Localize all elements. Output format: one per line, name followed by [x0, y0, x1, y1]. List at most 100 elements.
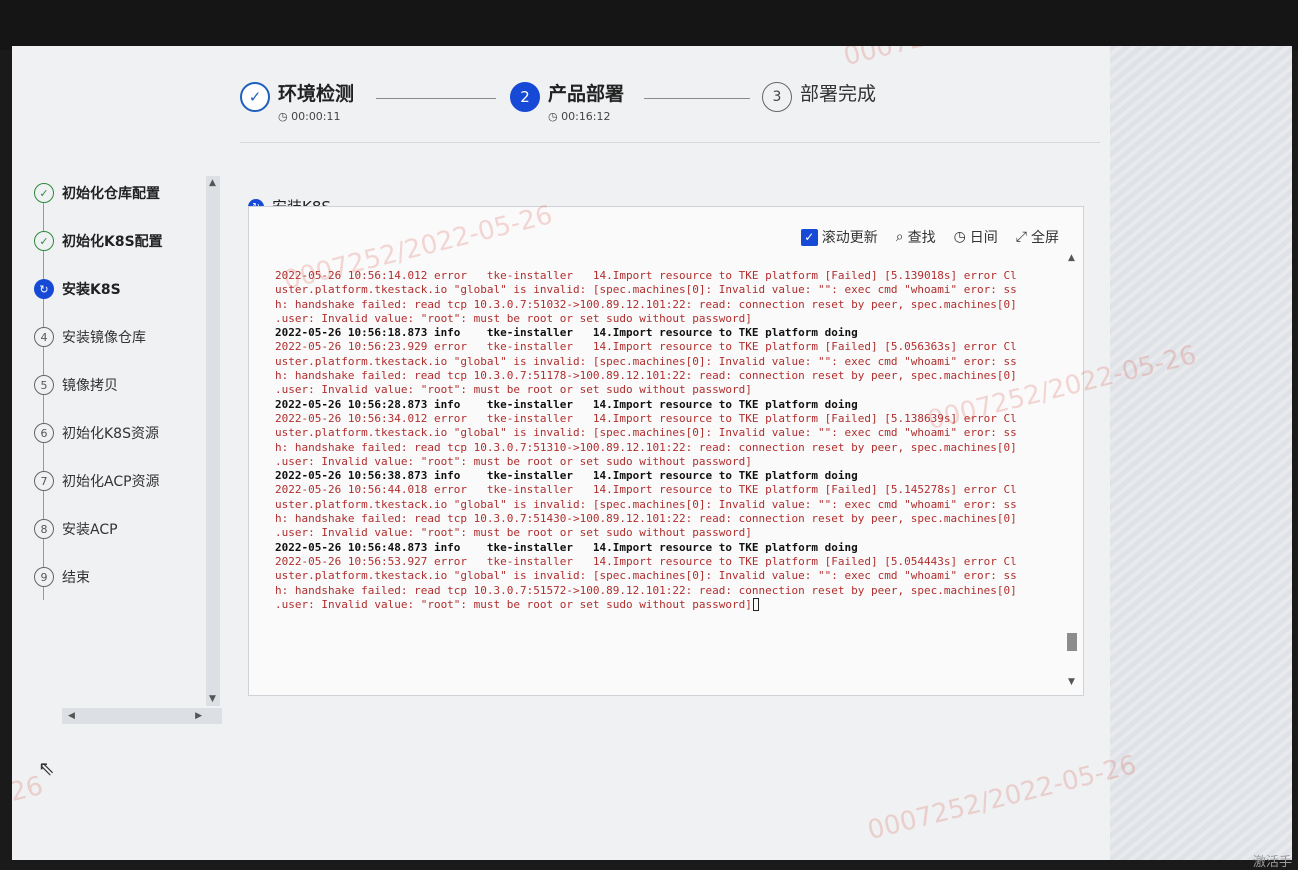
log-line: 2022-05-26 10:56:44.018 error tke-instal…: [275, 483, 1017, 497]
log-line: .user: Invalid value: "root": must be ro…: [275, 526, 752, 540]
log-scrollbar[interactable]: ▲ ▼: [1067, 253, 1077, 693]
sidebar-item-install-registry[interactable]: 4 安装镜像仓库: [34, 326, 146, 348]
log-toolbar: ✓ 滚动更新 ⌕ 查找 ◷ 日间 ⤢ 全屏: [800, 227, 1059, 247]
sidebar-item-init-k8s-resources[interactable]: 6 初始化K8S资源: [34, 422, 159, 444]
sidebar-item-label: 初始化仓库配置: [62, 186, 160, 202]
desktop-background: [1110, 46, 1292, 860]
auto-scroll-label: 滚动更新: [821, 230, 878, 246]
log-line: 2022-05-26 10:56:53.927 error tke-instal…: [275, 554, 1017, 568]
step-number: 6: [34, 423, 54, 443]
step-number: 7: [34, 471, 54, 491]
log-line: uster.platform.tkestack.io "global" is i…: [275, 497, 1017, 511]
step-number: 5: [34, 375, 54, 395]
fullscreen-button[interactable]: ⤢ 全屏: [1016, 227, 1059, 247]
log-panel: ✓ 滚动更新 ⌕ 查找 ◷ 日间 ⤢ 全屏 2022-05-26 10:56:1…: [248, 206, 1084, 696]
clock-icon: ◷: [953, 229, 966, 245]
step-number: 3: [762, 82, 792, 112]
search-icon: ⌕: [895, 229, 904, 245]
step-timer: ◷ 00:00:11: [278, 110, 354, 123]
time-toggle-button[interactable]: ◷ 日间: [954, 227, 998, 247]
sync-icon: ↻: [34, 279, 54, 299]
sidebar-item-image-copy[interactable]: 5 镜像拷贝: [34, 374, 118, 396]
log-line: h: handshake failed: read tcp 10.3.0.7:5…: [275, 369, 1017, 383]
check-circle-icon: ✓: [34, 183, 54, 203]
auto-scroll-toggle[interactable]: ✓ 滚动更新: [800, 227, 878, 247]
sidebar-item-label: 安装镜像仓库: [62, 330, 146, 346]
checkbox-checked-icon[interactable]: ✓: [800, 228, 818, 246]
log-line: h: handshake failed: read tcp 10.3.0.7:5…: [275, 583, 1017, 597]
step-deploy: 2 产品部署 ◷ 00:16:12: [510, 82, 624, 123]
log-line: .user: Invalid value: "root": must be ro…: [275, 311, 752, 325]
scroll-down-icon[interactable]: ▼: [209, 694, 216, 704]
step-connector: [644, 98, 750, 99]
step-title: 产品部署: [548, 83, 625, 105]
sidebar-connector: [43, 200, 44, 600]
clock-icon: ◷: [278, 110, 288, 123]
step-number: 8: [34, 519, 54, 539]
sidebar-item-install-k8s[interactable]: ↻ 安装K8S: [34, 278, 121, 300]
step-number: 9: [34, 567, 54, 587]
scroll-left-icon[interactable]: ◀: [68, 711, 75, 721]
monitor-bezel: [0, 0, 1298, 50]
time-label: 日间: [969, 230, 998, 246]
text-cursor: [752, 598, 759, 612]
sidebar-item-init-k8s[interactable]: ✓ 初始化K8S配置: [34, 230, 163, 252]
scroll-up-icon[interactable]: ▲: [1068, 253, 1075, 263]
log-line: 2022-05-26 10:56:38.873 info tke-install…: [275, 469, 858, 483]
sidebar-item-label: 初始化K8S资源: [62, 426, 159, 442]
scroll-up-icon[interactable]: ▲: [209, 178, 216, 188]
log-line: 2022-05-26 10:56:23.929 error tke-instal…: [275, 340, 1017, 354]
step-env-check: ✓ 环境检测 ◷ 00:00:11: [240, 82, 354, 123]
step-complete: 3 部署完成: [762, 82, 876, 112]
log-line: uster.platform.tkestack.io "global" is i…: [275, 283, 1017, 297]
sidebar-item-label: 初始化ACP资源: [62, 474, 160, 490]
sidebar-item-label: 安装K8S: [62, 282, 121, 298]
sidebar-item-finish[interactable]: 9 结束: [34, 566, 90, 588]
sidebar-item-label: 初始化K8S配置: [62, 234, 163, 250]
log-line: .user: Invalid value: "root": must be ro…: [275, 454, 752, 468]
log-line: .user: Invalid value: "root": must be ro…: [275, 383, 752, 397]
log-line: h: handshake failed: read tcp 10.3.0.7:5…: [275, 512, 1017, 526]
scroll-thumb[interactable]: [1067, 633, 1077, 651]
scroll-right-icon[interactable]: ▶: [195, 711, 202, 721]
sidebar-item-init-repo[interactable]: ✓ 初始化仓库配置: [34, 182, 160, 204]
check-circle-icon: ✓: [240, 82, 270, 112]
log-line: uster.platform.tkestack.io "global" is i…: [275, 569, 1017, 583]
fullscreen-label: 全屏: [1031, 230, 1059, 246]
sidebar-item-label: 安装ACP: [62, 522, 118, 538]
step-time-value: 00:16:12: [561, 110, 611, 123]
clock-icon: ◷: [548, 110, 558, 123]
check-circle-icon: ✓: [34, 231, 54, 251]
log-output[interactable]: 2022-05-26 10:56:14.012 error tke-instal…: [275, 269, 1055, 689]
sidebar-item-label: 结束: [62, 570, 90, 586]
sidebar-item-install-acp[interactable]: 8 安装ACP: [34, 518, 118, 540]
log-line: h: handshake failed: read tcp 10.3.0.7:5…: [275, 440, 1017, 454]
sidebar-item-init-acp-resources[interactable]: 7 初始化ACP资源: [34, 470, 160, 492]
step-timer: ◷ 00:16:12: [548, 110, 624, 123]
log-line: .user: Invalid value: "root": must be ro…: [275, 598, 1055, 612]
step-title: 环境检测: [278, 83, 355, 105]
installer-panel: ✓ 环境检测 ◷ 00:00:11 2 产品部署 ◷ 00:16:12 3 部署…: [12, 46, 1199, 860]
sidebar-horizontal-scrollbar[interactable]: ◀ ▶: [62, 708, 222, 724]
search-button[interactable]: ⌕ 查找: [896, 227, 936, 247]
log-line: uster.platform.tkestack.io "global" is i…: [275, 354, 1017, 368]
step-number: 2: [510, 82, 540, 112]
watermark: 0007252/2022-05-26: [864, 750, 1140, 846]
expand-icon: ⤢: [1015, 229, 1027, 245]
sidebar: ✓ 初始化仓库配置 ✓ 初始化K8S配置 ↻ 安装K8S 4 安装镜像仓库 5 …: [34, 176, 224, 736]
step-title: 部署完成: [800, 83, 877, 105]
corner-watermark: 激活手: [1252, 855, 1292, 870]
sidebar-vertical-scrollbar[interactable]: ▲ ▼: [206, 176, 220, 706]
watermark: 0007252/2022: [841, 46, 1033, 72]
step-connector: [376, 98, 496, 99]
mouse-pointer-icon: ⇖: [38, 756, 55, 780]
scroll-down-icon[interactable]: ▼: [1068, 677, 1075, 687]
log-line: 2022-05-26 10:56:48.873 info tke-install…: [275, 540, 858, 554]
log-line: h: handshake failed: read tcp 10.3.0.7:5…: [275, 297, 1017, 311]
step-time-value: 00:00:11: [291, 110, 341, 123]
sidebar-item-label: 镜像拷贝: [62, 378, 118, 394]
search-label: 查找: [907, 230, 936, 246]
log-line: 2022-05-26 10:56:18.873 info tke-install…: [275, 326, 858, 340]
step-number: 4: [34, 327, 54, 347]
header-divider: [240, 142, 1100, 143]
